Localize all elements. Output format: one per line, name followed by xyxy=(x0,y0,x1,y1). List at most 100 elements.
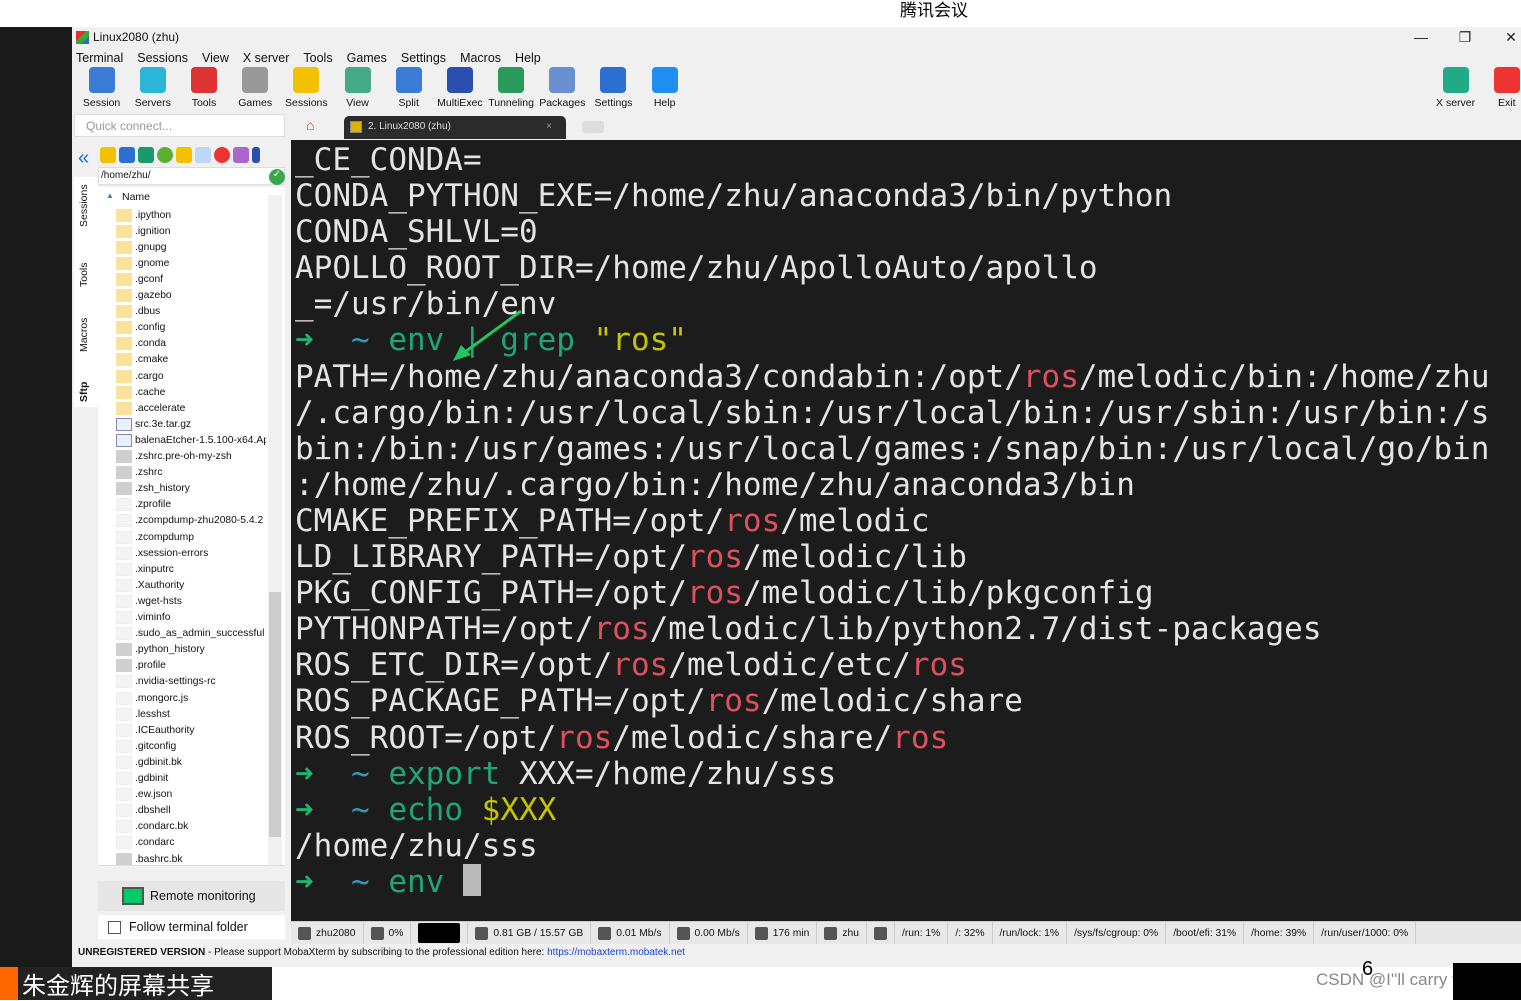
file-row[interactable]: .cache xyxy=(116,384,266,400)
file-row[interactable]: .gnome xyxy=(116,255,266,271)
file-row[interactable]: .ignition xyxy=(116,223,266,239)
file-row[interactable]: .zcompdump-zhu2080-5.4.2 xyxy=(116,513,266,529)
split-button[interactable]: Split xyxy=(383,67,434,109)
scrollbar-thumb[interactable] xyxy=(269,592,281,837)
side-tab-sftp[interactable]: Sftp xyxy=(78,382,90,402)
menu-terminal[interactable]: Terminal xyxy=(76,51,123,65)
file-row[interactable]: .gdbinit xyxy=(116,771,266,787)
file-row[interactable]: .conda xyxy=(116,336,266,352)
file-row[interactable]: .sudo_as_admin_successful xyxy=(116,626,266,642)
home-tab-icon[interactable]: ⌂ xyxy=(306,117,314,133)
settings-button[interactable]: Settings xyxy=(588,67,639,109)
refresh-icon[interactable] xyxy=(157,147,173,163)
file-row[interactable]: .config xyxy=(116,320,266,336)
help-button[interactable]: Help xyxy=(639,67,690,109)
file-row[interactable]: .Xauthority xyxy=(116,577,266,593)
file-row[interactable]: .zshrc xyxy=(116,465,266,481)
sessions-button[interactable]: Sessions xyxy=(281,67,332,109)
rename-icon[interactable] xyxy=(233,147,249,163)
file-row[interactable]: .lesshst xyxy=(116,706,266,722)
session-button[interactable]: Session xyxy=(76,67,127,109)
file-row[interactable]: .xsession-errors xyxy=(116,545,266,561)
file-row[interactable]: balenaEtcher-1.5.100-x64.AppImage xyxy=(116,432,266,448)
exit-button[interactable]: Exit xyxy=(1481,67,1521,109)
follow-terminal-folder-checkbox[interactable]: Follow terminal folder xyxy=(98,915,285,939)
view-button[interactable]: View xyxy=(332,67,383,109)
file-row[interactable]: .python_history xyxy=(116,642,266,658)
upload-icon[interactable] xyxy=(138,147,154,163)
file-row[interactable]: .cargo xyxy=(116,368,266,384)
file-row[interactable]: src.3e.tar.gz xyxy=(116,416,266,432)
file-row[interactable]: .cmake xyxy=(116,352,266,368)
quick-connect-input[interactable]: Quick connect... xyxy=(74,114,285,137)
menu-tools[interactable]: Tools xyxy=(303,51,332,65)
file-row[interactable]: .gitconfig xyxy=(116,738,266,754)
tab-linux2080[interactable]: 2. Linux2080 (zhu) × xyxy=(344,116,566,139)
download-icon[interactable] xyxy=(119,147,135,163)
path-ok-icon[interactable]: ✓ xyxy=(269,169,285,185)
tab-close-icon[interactable]: × xyxy=(546,121,552,132)
file-row[interactable]: .gconf xyxy=(116,271,266,287)
file-row[interactable]: .nvidia-settings-rc xyxy=(116,674,266,690)
mobatek-link[interactable]: https://mobaxterm.mobatek.net xyxy=(547,947,685,958)
file-row[interactable]: .dbus xyxy=(116,304,266,320)
file-row[interactable]: .profile xyxy=(116,658,266,674)
side-tab-macros[interactable]: Macros xyxy=(78,318,90,352)
terminal-text: ros xyxy=(1022,358,1079,395)
x-server-button[interactable]: X server xyxy=(1430,67,1481,109)
file-row[interactable]: .zprofile xyxy=(116,497,266,513)
tunneling-button[interactable]: Tunneling xyxy=(486,67,537,109)
servers-button[interactable]: Servers xyxy=(127,67,178,109)
file-row[interactable]: .zsh_history xyxy=(116,481,266,497)
close-button[interactable]: ✕ xyxy=(1496,29,1521,46)
menu-macros[interactable]: Macros xyxy=(460,51,501,65)
file-row[interactable]: .condarc xyxy=(116,835,266,851)
file-row[interactable]: .xinputrc xyxy=(116,561,266,577)
file-row[interactable]: .ew.json xyxy=(116,787,266,803)
new-folder-icon[interactable] xyxy=(176,147,192,163)
file-row[interactable]: .gnupg xyxy=(116,239,266,255)
file-row[interactable]: .ICEauthority xyxy=(116,722,266,738)
delete-icon[interactable] xyxy=(214,147,230,163)
file-icon xyxy=(116,450,132,463)
title-bar: Linux2080 (zhu) xyxy=(76,30,179,44)
file-row[interactable]: .accelerate xyxy=(116,400,266,416)
horizontal-scrollbar[interactable] xyxy=(98,865,285,879)
menu-games[interactable]: Games xyxy=(347,51,387,65)
file-row[interactable]: .mongorc.js xyxy=(116,690,266,706)
multiexec-button[interactable]: MultiExec xyxy=(434,67,485,109)
parent-folder-icon[interactable] xyxy=(100,147,116,163)
menu-settings[interactable]: Settings xyxy=(401,51,446,65)
file-row[interactable]: .viminfo xyxy=(116,610,266,626)
new-file-icon[interactable] xyxy=(195,147,211,163)
file-row[interactable]: .wget-hsts xyxy=(116,593,266,609)
column-header-name[interactable]: Name xyxy=(122,191,150,203)
file-row[interactable]: .gdbinit.bk xyxy=(116,754,266,770)
side-tab-tools[interactable]: Tools xyxy=(78,262,90,287)
menu-x-server[interactable]: X server xyxy=(243,51,290,65)
terminal[interactable]: _CE_CONDA= CONDA_PYTHON_EXE=/home/zhu/ana… xyxy=(291,140,1521,921)
file-row[interactable]: .zshrc.pre-oh-my-zsh xyxy=(116,449,266,465)
file-row[interactable]: .zcompdump xyxy=(116,529,266,545)
games-button[interactable]: Games xyxy=(230,67,281,109)
file-row[interactable]: .ipython xyxy=(116,207,266,223)
minimize-button[interactable]: — xyxy=(1406,29,1436,45)
sftp-path-input[interactable]: /home/zhu/ xyxy=(98,167,285,185)
terminal-text: ros xyxy=(910,647,967,684)
collapse-sidebar-icon[interactable]: « xyxy=(78,147,89,170)
packages-button[interactable]: Packages xyxy=(537,67,588,109)
file-row[interactable]: .dbshell xyxy=(116,803,266,819)
menu-help[interactable]: Help xyxy=(515,51,541,65)
menu-sessions[interactable]: Sessions xyxy=(137,51,188,65)
menu-view[interactable]: View xyxy=(202,51,229,65)
remote-monitoring-button[interactable]: Remote monitoring xyxy=(98,881,285,911)
side-tab-sessions[interactable]: Sessions xyxy=(78,184,90,227)
terminal-text: CMAKE_PREFIX_PATH=/opt/ xyxy=(295,502,725,539)
new-tab-button[interactable] xyxy=(582,121,604,133)
tools-button[interactable]: Tools xyxy=(178,67,229,109)
settings-icon[interactable] xyxy=(252,147,260,163)
restore-button[interactable]: ❐ xyxy=(1450,29,1480,46)
file-row[interactable]: .condarc.bk xyxy=(116,819,266,835)
checkbox[interactable] xyxy=(108,920,121,934)
file-row[interactable]: .gazebo xyxy=(116,288,266,304)
